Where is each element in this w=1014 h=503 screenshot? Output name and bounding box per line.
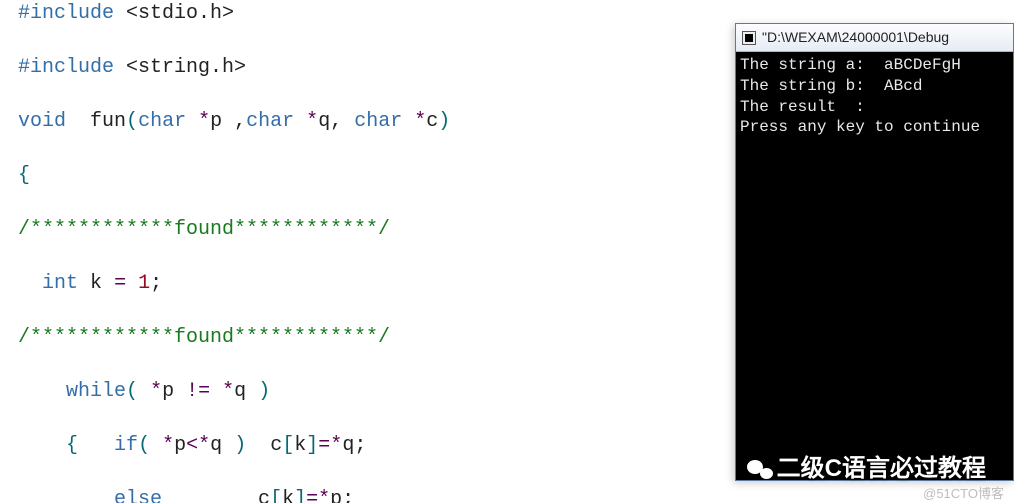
code-token: #include <box>18 2 126 25</box>
code-token: { <box>66 434 78 457</box>
code-token: fun <box>90 110 126 133</box>
code-token: ( <box>126 110 138 133</box>
code-token <box>294 110 306 133</box>
code-token: <string.h> <box>126 56 246 79</box>
code-token <box>18 434 66 457</box>
code-token: p <box>174 434 186 457</box>
code-token <box>18 272 42 295</box>
code-token: ) <box>258 380 270 403</box>
code-token: * <box>414 110 426 133</box>
code-token: * <box>150 380 162 403</box>
code-token: q <box>318 110 330 133</box>
console-titlebar[interactable]: "D:\WEXAM\24000001\Debug <box>736 24 1013 52</box>
code-token: ; <box>342 488 354 503</box>
code-token <box>246 380 258 403</box>
console-output[interactable]: The string a: aBCDeFgHThe string b: ABcd… <box>736 52 1013 480</box>
code-token <box>18 380 66 403</box>
code-token <box>222 434 234 457</box>
code-token: * <box>330 434 342 457</box>
console-app-icon <box>742 31 756 45</box>
code-token <box>246 434 270 457</box>
code-token: <stdio.h> <box>126 2 234 25</box>
console-line: The string b: ABcd <box>740 76 1009 97</box>
code-token: p <box>330 488 342 503</box>
console-title-text: "D:\WEXAM\24000001\Debug <box>762 28 949 47</box>
code-token <box>66 110 90 133</box>
code-token <box>102 272 114 295</box>
code-token: [ <box>270 488 282 503</box>
code-token: ( <box>138 434 150 457</box>
code-token: < <box>186 434 198 457</box>
code-token: != <box>186 380 210 403</box>
code-token: ] <box>306 434 318 457</box>
code-token: else <box>114 488 162 503</box>
code-token: q <box>210 434 222 457</box>
code-token <box>186 110 198 133</box>
code-token: k <box>294 434 306 457</box>
code-token: char <box>138 110 186 133</box>
code-token <box>138 380 150 403</box>
code-token: , <box>234 110 246 133</box>
code-token: ; <box>150 272 162 295</box>
code-token: p <box>210 110 234 133</box>
code-token: * <box>222 380 234 403</box>
code-token <box>126 272 138 295</box>
code-token: * <box>162 434 174 457</box>
code-token: void <box>18 110 66 133</box>
code-token: #include <box>18 56 126 79</box>
code-token: if <box>114 434 138 457</box>
code-token: * <box>198 434 210 457</box>
code-token: , <box>330 110 354 133</box>
console-line: The string a: aBCDeFgH <box>740 55 1009 76</box>
code-token: while <box>66 380 126 403</box>
code-token <box>78 434 114 457</box>
code-token <box>210 380 222 403</box>
code-token: int <box>42 272 78 295</box>
code-token: c <box>270 434 282 457</box>
code-token: p <box>162 380 174 403</box>
code-token <box>78 272 90 295</box>
code-token <box>162 488 258 503</box>
code-token: k <box>282 488 294 503</box>
code-line[interactable]: else c[k]=*p; <box>18 486 1014 503</box>
console-window[interactable]: "D:\WEXAM\24000001\Debug The string a: a… <box>735 23 1014 481</box>
code-token: /************found************/ <box>18 326 390 349</box>
code-token <box>174 380 186 403</box>
code-token: ) <box>438 110 450 133</box>
code-token: * <box>318 488 330 503</box>
code-token: c <box>426 110 438 133</box>
code-token: = <box>114 272 126 295</box>
code-token: [ <box>282 434 294 457</box>
code-token: * <box>198 110 210 133</box>
code-token: char <box>354 110 402 133</box>
console-line: Press any key to continue <box>740 117 1009 138</box>
code-token: = <box>306 488 318 503</box>
code-token: 1 <box>138 272 150 295</box>
code-token: char <box>246 110 294 133</box>
code-token: * <box>306 110 318 133</box>
code-token: { <box>18 164 30 187</box>
code-token: c <box>258 488 270 503</box>
code-token <box>150 434 162 457</box>
code-token: ] <box>294 488 306 503</box>
code-token <box>18 488 114 503</box>
code-token: ) <box>234 434 246 457</box>
console-line: The result : <box>740 97 1009 118</box>
code-token: q <box>234 380 246 403</box>
code-token <box>402 110 414 133</box>
code-token: /************found************/ <box>18 218 390 241</box>
code-token: q <box>342 434 354 457</box>
code-token: k <box>90 272 102 295</box>
code-token: = <box>318 434 330 457</box>
code-token: ( <box>126 380 138 403</box>
code-token: ; <box>354 434 366 457</box>
